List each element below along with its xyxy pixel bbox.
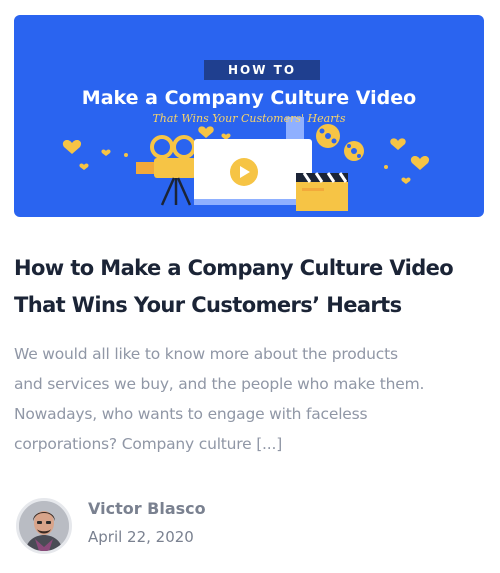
featured-image[interactable]: HOW TO Make a Company Culture Video That… xyxy=(14,15,484,217)
excerpt-line: Nowadays, who wants to engage with facel… xyxy=(14,405,368,423)
image-subtitle-text: That Wins Your Customers' Hearts xyxy=(152,112,346,125)
excerpt-line: corporations? Company culture [...] xyxy=(14,435,283,453)
post-date: April 22, 2020 xyxy=(88,528,194,546)
video-camera-icon xyxy=(136,135,196,206)
author-avatar[interactable] xyxy=(16,498,72,554)
image-tag-label: HOW TO xyxy=(204,60,320,80)
image-title-text: Make a Company Culture Video xyxy=(81,87,417,109)
clapperboard-icon xyxy=(296,172,348,211)
excerpt-line: We would all like to know more about the… xyxy=(14,345,398,363)
blog-post-card: HOW TO Make a Company Culture Video That… xyxy=(0,0,500,573)
post-excerpt: We would all like to know more about the… xyxy=(14,339,486,459)
excerpt-line: and services we buy, and the people who … xyxy=(14,375,425,393)
post-title-line: How to Make a Company Culture Video xyxy=(14,256,454,280)
author-name-link[interactable]: Victor Blasco xyxy=(88,497,206,521)
film-reel-icon xyxy=(316,124,364,161)
post-title-link[interactable]: How to Make a Company Culture Video That… xyxy=(14,250,486,324)
person-avatar-icon xyxy=(19,501,69,551)
post-title-line: That Wins Your Customers’ Hearts xyxy=(14,293,402,317)
